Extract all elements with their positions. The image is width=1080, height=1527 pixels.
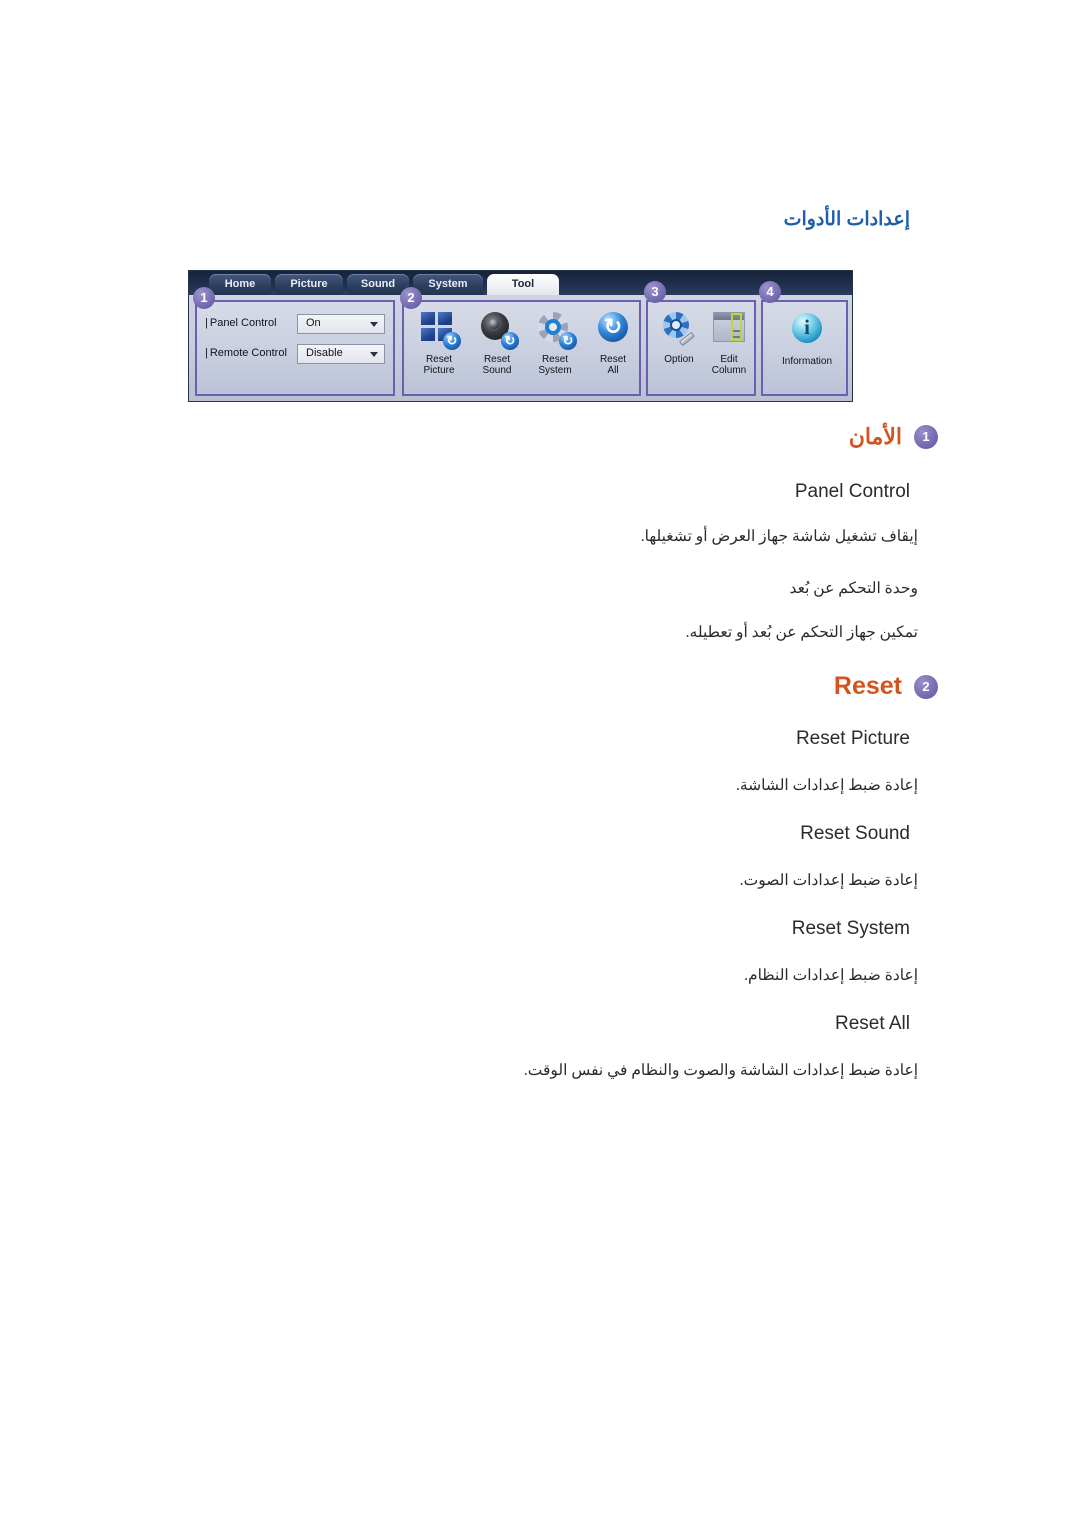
reset-sound-caption-2: Sound (482, 365, 512, 376)
information-caption-1: Information (781, 356, 833, 367)
remote-control-dropdown[interactable]: Disable (297, 344, 385, 364)
remote-control-value: Disable (306, 347, 343, 359)
section-badge-2: 2 (914, 674, 938, 699)
setting-row-panel-control: Panel Control On (205, 314, 387, 336)
panel-control-value: On (306, 317, 321, 329)
toolbar-group-security: Panel Control On Remote Control Disable (195, 300, 395, 396)
description-reset-picture: إعادة ضبط إعدادات الشاشة. (735, 777, 918, 794)
callout-badge-2: 2 (400, 287, 422, 309)
tab-bar: Home Picture Sound System Tool (189, 271, 852, 295)
tab-tool[interactable]: Tool (487, 274, 559, 295)
refresh-badge-icon: ↻ (443, 332, 461, 350)
subheading-panel-control: Panel Control (794, 481, 910, 502)
panel-control-label: Panel Control (205, 317, 277, 329)
chevron-down-icon (370, 352, 378, 357)
refresh-icon: ↻ (598, 312, 628, 342)
information-icon: i (785, 312, 829, 354)
description-panel-control: إيقاف تشغيل شاشة جهاز العرض أو تشغيلها. (640, 528, 918, 545)
remote-control-label: Remote Control (205, 347, 287, 359)
subheading-remote-control: وحدة التحكم عن بُعد (789, 580, 918, 597)
description-reset-all: إعادة ضبط إعدادات الشاشة والصوت والنظام … (523, 1062, 918, 1079)
edit-column-caption-2: Column (711, 365, 747, 376)
subheading-reset-picture: Reset Picture (795, 728, 910, 749)
section-heading-reset: 2 Reset (0, 672, 938, 701)
reset-sound-caption-1: Reset (483, 354, 511, 365)
toolbar-group-option: Option Edit Column (646, 300, 756, 396)
reset-picture-button[interactable]: ↻ Reset Picture (410, 310, 468, 376)
option-icon (657, 310, 701, 352)
chevron-down-icon (370, 322, 378, 327)
refresh-badge-icon: ↻ (501, 332, 519, 350)
reset-sound-icon: ↻ (475, 310, 519, 352)
information-button[interactable]: i Information (778, 312, 836, 367)
reset-sound-button[interactable]: ↻ Reset Sound (468, 310, 526, 376)
callout-badge-1: 1 (193, 287, 215, 309)
reset-all-caption-1: Reset (599, 354, 627, 365)
edit-column-icon (707, 310, 751, 352)
section-title-security: الأمان (848, 424, 902, 449)
callout-badge-3: 3 (644, 281, 666, 303)
toolbar-group-information: i Information (761, 300, 848, 396)
toolbar-screenshot: Home Picture Sound System Tool 1 Panel C… (188, 270, 853, 402)
tab-system[interactable]: System (413, 274, 483, 295)
panel-control-dropdown[interactable]: On (297, 314, 385, 334)
reset-all-caption-2: All (607, 365, 619, 376)
subheading-reset-sound: Reset Sound (800, 823, 910, 844)
reset-system-button[interactable]: ↻ Reset System (526, 310, 584, 376)
subheading-reset-system: Reset System (791, 918, 910, 939)
description-remote-control: تمكين جهاز التحكم عن بُعد أو تعطيله. (685, 624, 918, 641)
refresh-badge-icon: ↻ (559, 332, 577, 350)
reset-system-caption-2: System (538, 365, 572, 376)
section-badge-1: 1 (914, 425, 938, 449)
reset-system-icon: ↻ (533, 310, 577, 352)
tab-sound[interactable]: Sound (347, 274, 409, 295)
tab-picture[interactable]: Picture (275, 274, 343, 295)
section-heading-security: 1 الأمان (0, 424, 938, 450)
setting-row-remote-control: Remote Control Disable (205, 344, 387, 366)
description-reset-sound: إعادة ضبط إعدادات الصوت. (739, 872, 918, 889)
tab-home[interactable]: Home (209, 274, 271, 295)
toolbar-group-reset: ↻ Reset Picture ↻ Reset Sound ↻ Reset Sy… (402, 300, 641, 396)
option-caption-1: Option (664, 354, 694, 365)
page-title: إعدادات الأدوات (783, 209, 910, 230)
section-title-reset: Reset (833, 672, 902, 700)
subheading-reset-all: Reset All (835, 1013, 910, 1034)
reset-system-caption-1: Reset (541, 354, 569, 365)
description-reset-system: إعادة ضبط إعدادات النظام. (744, 967, 918, 984)
reset-picture-caption-2: Picture (423, 365, 455, 376)
edit-column-caption-1: Edit (720, 354, 738, 365)
reset-all-button[interactable]: ↻ Reset All (584, 310, 642, 376)
edit-column-button[interactable]: Edit Column (700, 310, 758, 376)
reset-picture-caption-1: Reset (425, 354, 453, 365)
reset-picture-icon: ↻ (417, 310, 461, 352)
reset-all-icon: ↻ (591, 310, 635, 352)
callout-badge-4: 4 (759, 281, 781, 303)
